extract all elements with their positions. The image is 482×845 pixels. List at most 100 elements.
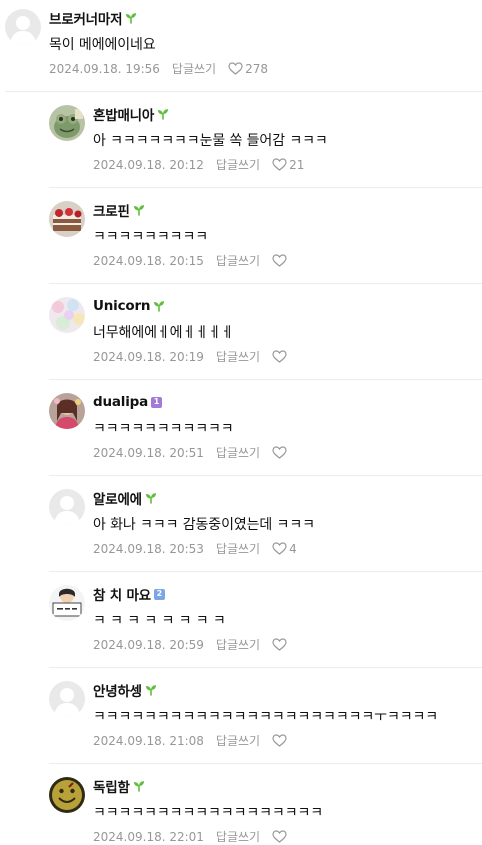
comment-divider: [49, 475, 482, 476]
reply-button[interactable]: 답글쓰기: [216, 828, 260, 845]
comment-meta: 2024.09.18. 19:56 답글쓰기 278: [49, 60, 268, 77]
nickname[interactable]: 브로커너마저: [49, 8, 123, 28]
like-button[interactable]: [272, 446, 289, 459]
comment-meta: 2024.09.18. 20:19 답글쓰기: [93, 348, 289, 365]
like-button[interactable]: [272, 638, 289, 651]
reply-comment: dualipa 1 ㅋㅋㅋㅋㅋㅋㅋㅋㅋㅋㅋ 2024.09.18. 20:51 답글쓰기: [0, 381, 482, 477]
reply-comment: Unicorn 너무해에에ㅔ에ㅔㅔㅔㅔ 2024.09.18. 20:19 답글쓰기: [0, 285, 482, 381]
comment-divider: [49, 763, 482, 764]
comment-divider: [49, 187, 482, 188]
avatar[interactable]: [49, 105, 85, 141]
like-count: 21: [289, 157, 305, 172]
reply-button[interactable]: 답글쓰기: [216, 732, 260, 749]
comment-divider: [5, 91, 482, 92]
comment-meta: 2024.09.18. 20:51 답글쓰기: [93, 444, 289, 461]
comment-divider: [49, 667, 482, 668]
reply-button[interactable]: 답글쓰기: [216, 444, 260, 461]
sprout-icon: [125, 12, 137, 24]
comment-text: 목이 메에에이네요: [49, 37, 156, 53]
comment-divider: [49, 283, 482, 284]
avatar[interactable]: [49, 777, 85, 813]
reply-comment: 참 치 마요 2 ㅋ ㅋ ㅋ ㅋ ㅋ ㅋ ㅋ ㅋ 2024.09.18. 20:59 답…: [0, 573, 482, 669]
reply-comment: 안녕하셍 ㅋㅋㅋㅋㅋㅋㅋㅋㅋㅋㅋㅋㅋㅋㅋㅋㅋㅋㅋㅋㅋㅋㅜㅋㅋㅋㅋ 2024.09.1…: [0, 669, 482, 765]
nickname[interactable]: 독립함: [93, 776, 130, 796]
heart-outline-icon: [272, 542, 287, 555]
nickname-row: 브로커너마저: [49, 8, 137, 28]
heart-outline-icon: [272, 446, 287, 459]
heart-outline-icon: [272, 254, 287, 267]
sprout-icon: [153, 300, 165, 312]
heart-outline-icon: [272, 158, 287, 171]
like-button[interactable]: [272, 734, 289, 747]
nickname[interactable]: dualipa: [93, 394, 148, 410]
nickname-row: 크로핀: [93, 200, 145, 220]
nickname[interactable]: 혼밥매니아: [93, 104, 154, 124]
heart-outline-icon: [272, 830, 287, 843]
like-button[interactable]: 21: [272, 158, 304, 172]
nickname[interactable]: Unicorn: [93, 298, 151, 314]
nickname-row: Unicorn: [93, 296, 165, 316]
comment-text: 아 ㅋㅋㅋㅋㅋㅋㅋ눈물 쏙 들어감 ㅋㅋㅋ: [93, 133, 328, 149]
sprout-icon: [145, 492, 157, 504]
comment-divider: [49, 379, 482, 380]
comment-text: ㅋ ㅋ ㅋ ㅋ ㅋ ㅋ ㅋ ㅋ: [93, 613, 226, 629]
nickname-row: 알로에에: [93, 488, 157, 508]
nickname-row: 독립함: [93, 776, 145, 796]
comment-meta: 2024.09.18. 20:53 답글쓰기 4: [93, 540, 297, 557]
sprout-icon: [145, 684, 157, 696]
nickname[interactable]: 크로핀: [93, 200, 130, 220]
reply-comment: 독립함 ㅋㅋㅋㅋㅋㅋㅋㅋㅋㅋㅋㅋㅋㅋㅋㅋㅋㅋ 2024.09.18. 22:01 답글…: [0, 765, 482, 845]
reply-button[interactable]: 답글쓰기: [216, 540, 260, 557]
comment-meta: 2024.09.18. 22:01 답글쓰기: [93, 828, 289, 845]
reply-button[interactable]: 답글쓰기: [216, 156, 260, 173]
comment-text: ㅋㅋㅋㅋㅋㅋㅋㅋㅋㅋㅋㅋㅋㅋㅋㅋㅋㅋㅋㅋㅋㅋㅜㅋㅋㅋㅋ: [93, 709, 439, 725]
avatar[interactable]: [49, 297, 85, 333]
comment-text: 아 화나 ㅋㅋㅋ 감동중이였는데 ㅋㅋㅋ: [93, 517, 315, 533]
comment-date: 2024.09.18. 20:51: [93, 445, 204, 460]
comment: 브로커너마저목이 메에에이네요 2024.09.18. 19:56 답글쓰기 278: [0, 0, 482, 93]
comment-text: ㅋㅋㅋㅋㅋㅋㅋㅋㅋㅋㅋ: [93, 421, 234, 437]
avatar[interactable]: [49, 585, 85, 621]
sprout-icon: [157, 108, 169, 120]
avatar[interactable]: [5, 9, 41, 45]
reply-button[interactable]: 답글쓰기: [216, 348, 260, 365]
comment-divider: [49, 571, 482, 572]
avatar[interactable]: [49, 489, 85, 525]
reply-comment: 알로에에아 화나 ㅋㅋㅋ 감동중이였는데 ㅋㅋㅋ 2024.09.18. 20:5…: [0, 477, 482, 573]
nickname[interactable]: 알로에에: [93, 488, 142, 508]
avatar[interactable]: [49, 681, 85, 717]
nickname-row: dualipa 1: [93, 392, 163, 412]
reply-button[interactable]: 답글쓰기: [172, 60, 216, 77]
like-button[interactable]: 4: [272, 542, 297, 556]
level-badge-icon: 1: [151, 396, 163, 408]
comment-date: 2024.09.18. 20:53: [93, 541, 204, 556]
comment-meta: 2024.09.18. 21:08 답글쓰기: [93, 732, 289, 749]
reply-button[interactable]: 답글쓰기: [216, 636, 260, 653]
comment-meta: 2024.09.18. 20:15 답글쓰기: [93, 252, 289, 269]
heart-outline-icon: [272, 734, 287, 747]
reply-button[interactable]: 답글쓰기: [216, 252, 260, 269]
like-button[interactable]: [272, 254, 289, 267]
heart-outline-icon: [272, 350, 287, 363]
nickname[interactable]: 안녕하셍: [93, 680, 142, 700]
like-count: 4: [289, 541, 297, 556]
comment-date: 2024.09.18. 19:56: [49, 61, 160, 76]
comment-date: 2024.09.18. 22:01: [93, 829, 204, 844]
like-button[interactable]: [272, 830, 289, 843]
sprout-icon: [133, 204, 145, 216]
comment-meta: 2024.09.18. 20:12 답글쓰기 21: [93, 156, 304, 173]
comment-date: 2024.09.18. 20:19: [93, 349, 204, 364]
like-count: 278: [245, 61, 268, 76]
nickname-row: 참 치 마요 2: [93, 584, 165, 604]
nickname[interactable]: 참 치 마요: [93, 584, 151, 604]
sprout-icon: [133, 780, 145, 792]
heart-outline-icon: [228, 62, 243, 75]
level-badge-icon: 2: [153, 588, 165, 600]
reply-comment: 크로핀 ㅋㅋㅋㅋㅋㅋㅋㅋㅋ 2024.09.18. 20:15 답글쓰기: [0, 189, 482, 285]
avatar[interactable]: [49, 201, 85, 237]
comment-text: ㅋㅋㅋㅋㅋㅋㅋㅋㅋㅋㅋㅋㅋㅋㅋㅋㅋㅋ: [93, 805, 324, 821]
comment-date: 2024.09.18. 21:08: [93, 733, 204, 748]
avatar[interactable]: [49, 393, 85, 429]
like-button[interactable]: 278: [228, 62, 268, 76]
like-button[interactable]: [272, 350, 289, 363]
